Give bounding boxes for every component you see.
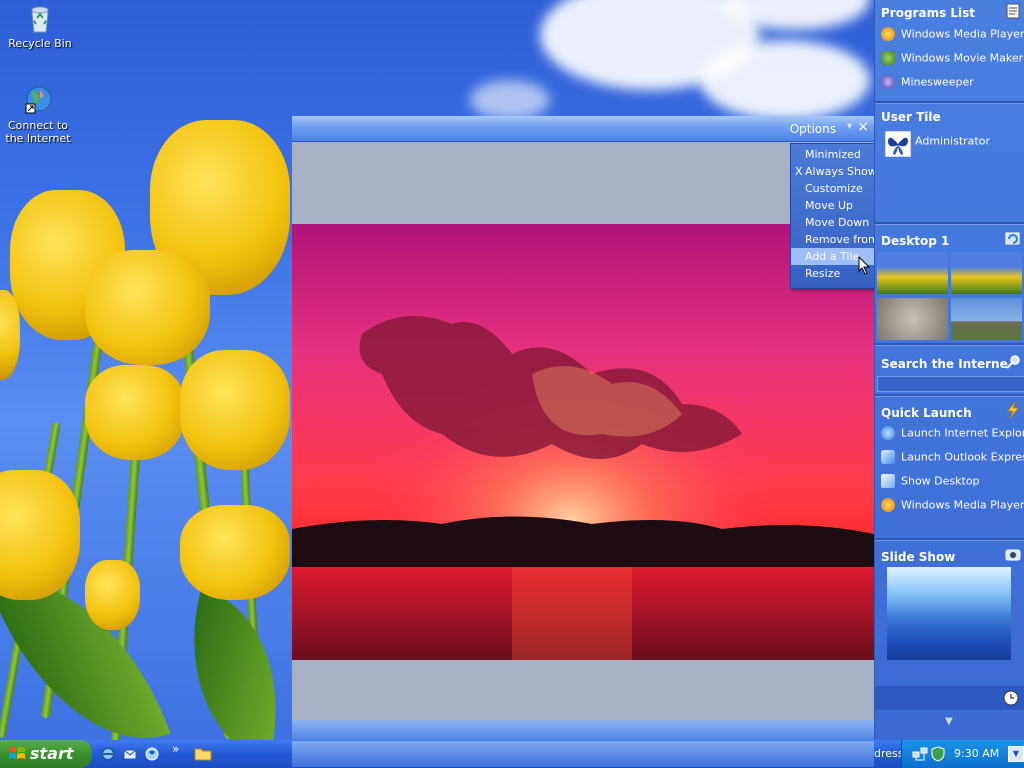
lightning-icon[interactable] [1005, 402, 1021, 418]
search-icon[interactable] [1005, 354, 1021, 370]
quick-launch-show-desktop[interactable]: Show Desktop [881, 474, 980, 492]
refresh-desktop-icon[interactable] [1005, 231, 1021, 247]
tulip-flower [180, 505, 290, 600]
chevron-down-icon[interactable]: ▾ [847, 121, 852, 132]
network-icon[interactable] [912, 746, 928, 762]
sidebar-scroll-down-icon[interactable]: ▼ [945, 716, 953, 727]
mouse-cursor-icon [858, 256, 871, 275]
desktop-icon-label: Recycle Bin [8, 37, 72, 50]
program-item-minesweeper[interactable]: Minesweeper [881, 75, 974, 93]
menu-item-label: Minimized [805, 148, 861, 161]
desktop-thumbnail-tulips[interactable] [951, 252, 1022, 294]
show-desktop-icon [881, 474, 895, 488]
movie-maker-icon [881, 51, 895, 65]
program-item-movie-maker[interactable]: Windows Movie Maker [881, 51, 1023, 69]
quick-launch-panel: Quick Launch Launch Internet Explore Lau… [875, 397, 1024, 537]
system-tray: 9:30 AM ▼ [901, 740, 1024, 768]
slide-show-image[interactable] [887, 567, 1011, 660]
notepad-icon[interactable] [1005, 3, 1021, 19]
program-label: Windows Media Player [901, 27, 1024, 41]
tulip-flower [180, 350, 290, 470]
start-label: start [30, 744, 74, 763]
user-name[interactable]: Administrator [915, 134, 990, 152]
media-player-icon [881, 498, 895, 512]
folder-icon[interactable] [194, 746, 212, 762]
panel-title: Programs List [881, 6, 976, 20]
internet-explorer-icon[interactable] [100, 746, 116, 762]
desktop-icon-label: Connect to the Internet [5, 119, 71, 145]
programs-list-panel: Programs List Windows Media Player Windo… [875, 0, 1024, 100]
quick-launch-outlook-express[interactable]: Launch Outlook Express [881, 450, 1024, 468]
quick-launch-label: Launch Internet Explore [901, 426, 1024, 440]
clock-text[interactable]: 9:30 AM [954, 747, 999, 760]
tulip-flower [85, 365, 185, 460]
desktop-tile-panel: Desktop 1 [875, 225, 1024, 345]
panel-title: Slide Show [881, 550, 956, 564]
user-tile-panel: User Tile Administrator [875, 104, 1024, 224]
search-panel: Search the Interne [875, 346, 1024, 396]
search-input[interactable] [877, 376, 1024, 392]
menu-item-label: Resize [805, 267, 841, 280]
close-icon[interactable]: × [857, 119, 869, 135]
desktop-icon-recycle-bin[interactable]: Recycle Bin [0, 2, 80, 50]
desktop-thumbnail-moon[interactable] [877, 298, 948, 340]
outlook-express-icon [881, 450, 895, 464]
quick-launch-label: Launch Outlook Express [901, 450, 1024, 464]
taskbar-window-button[interactable] [292, 741, 874, 767]
internet-explorer-icon [881, 426, 895, 440]
start-button[interactable]: start [0, 740, 92, 768]
quick-launch-internet-explorer[interactable]: Launch Internet Explore [881, 426, 1024, 444]
windows-logo-icon [9, 747, 25, 759]
tray-expand-button[interactable]: ▼ [1008, 746, 1024, 762]
options-button[interactable]: Options [790, 122, 836, 136]
taskbar: start » dress 9:30 AM ▼ [0, 740, 1024, 768]
tulip-flower [85, 560, 140, 630]
clock-icon[interactable] [1003, 690, 1019, 706]
menu-item-label: Add a Tile [805, 250, 860, 263]
panel-title: Desktop 1 [881, 234, 950, 248]
user-avatar-butterfly-icon[interactable] [885, 131, 911, 157]
quick-launch-label: Windows Media Player [901, 498, 1024, 512]
cloud [470, 80, 550, 120]
camera-icon[interactable] [1005, 546, 1021, 562]
menu-item-label: Always Show [805, 165, 877, 178]
slide-show-panel: Slide Show [875, 541, 1024, 681]
menu-item-label: Move Up [805, 199, 854, 212]
window-bottombar [292, 720, 874, 742]
quick-launch-media-player[interactable]: Windows Media Player [881, 498, 1024, 516]
show-desktop-icon[interactable] [144, 746, 160, 762]
sidebar-clock-bar [875, 686, 1024, 710]
recycle-bin-icon [24, 2, 56, 34]
menu-item-label: Move Down [805, 216, 870, 229]
desktop-thumbnail-stonehenge[interactable] [951, 298, 1022, 340]
program-label: Windows Movie Maker [901, 51, 1024, 65]
window-titlebar[interactable]: Options ▾ × [292, 116, 874, 142]
media-player-icon [881, 27, 895, 41]
desktop-thumbnail-tulips[interactable] [877, 252, 948, 294]
cloud [700, 40, 870, 120]
tulip-leaf [162, 588, 308, 762]
checkmark-icon: X [795, 165, 803, 178]
sunset-photo [292, 224, 874, 660]
address-label[interactable]: dress [874, 747, 904, 760]
globe-icon [22, 84, 54, 116]
quick-launch-overflow-icon[interactable]: » [172, 742, 179, 756]
security-shield-icon[interactable] [930, 746, 946, 762]
tulip-flower [85, 250, 210, 365]
sidebar: Programs List Windows Media Player Windo… [874, 0, 1024, 740]
menu-item-label: Customize [805, 182, 863, 195]
minesweeper-icon [881, 75, 895, 89]
panel-title: User Tile [881, 110, 941, 124]
desktop-icon-connect-to-internet[interactable]: Connect to the Internet [0, 84, 78, 145]
panel-title: Search the Interne [881, 357, 1008, 371]
program-label: Minesweeper [901, 75, 974, 89]
panel-title: Quick Launch [881, 406, 972, 420]
quick-launch-label: Show Desktop [901, 474, 980, 488]
program-item-media-player[interactable]: Windows Media Player [881, 27, 1024, 45]
photo-tile-window[interactable]: Options ▾ × [292, 116, 874, 742]
outlook-express-icon[interactable] [122, 746, 138, 762]
user-name-label: Administrator [915, 134, 990, 148]
